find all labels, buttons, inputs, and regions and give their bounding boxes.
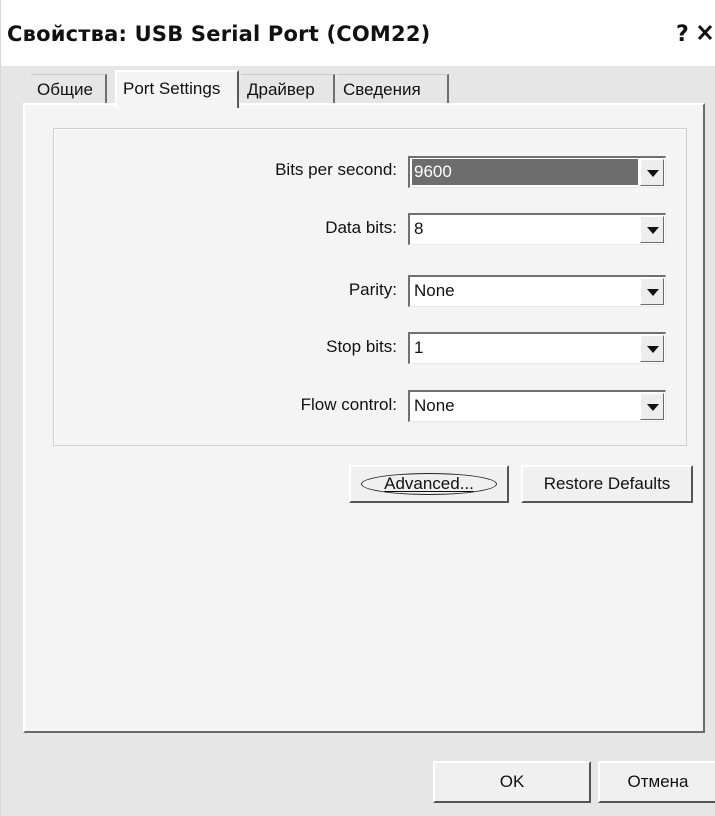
bits-per-second-select[interactable]: 9600	[408, 156, 666, 188]
advanced-button[interactable]: Advanced...	[349, 465, 509, 503]
stop-bits-select[interactable]: 1	[408, 332, 666, 364]
chevron-down-icon	[647, 170, 659, 177]
cancel-button[interactable]: Отмена	[598, 761, 715, 803]
advanced-button-label: Advanced...	[384, 474, 474, 493]
flow-control-value: None	[414, 396, 455, 415]
parity-label: Parity:	[348, 280, 397, 299]
flow-control-label: Flow control:	[300, 395, 397, 414]
chevron-down-icon	[647, 404, 659, 411]
close-icon	[697, 24, 713, 41]
stop-bits-value: 1	[414, 338, 424, 357]
parity-select[interactable]: None	[408, 275, 666, 307]
flow-control-select[interactable]: None	[408, 390, 666, 422]
tab-port-settings[interactable]: Port Settings	[115, 70, 239, 108]
parity-value: None	[414, 281, 455, 300]
data-bits-label: Data bits:	[325, 218, 397, 237]
bits-per-second-dropdown-button[interactable]	[640, 159, 664, 186]
tab-general[interactable]: Общие	[31, 74, 107, 104]
chevron-down-icon	[647, 346, 659, 353]
tab-driver[interactable]: Драйвер	[241, 74, 335, 104]
data-bits-dropdown-button[interactable]	[640, 216, 664, 243]
help-button[interactable]: ?	[676, 22, 689, 47]
data-bits-select[interactable]: 8	[408, 213, 666, 245]
chevron-down-icon	[647, 227, 659, 234]
parity-dropdown-button[interactable]	[640, 278, 664, 305]
ok-button[interactable]: OK	[433, 761, 591, 803]
stop-bits-dropdown-button[interactable]	[640, 335, 664, 362]
title-bar: Свойства: USB Serial Port (COM22) ?	[1, 0, 715, 66]
data-bits-value: 8	[414, 219, 424, 238]
properties-dialog: Свойства: USB Serial Port (COM22) ? Общи…	[0, 0, 715, 816]
bits-per-second-label: Bits per second:	[275, 160, 397, 179]
flow-control-dropdown-button[interactable]	[640, 393, 664, 420]
restore-defaults-button[interactable]: Restore Defaults	[521, 465, 693, 503]
stop-bits-label: Stop bits:	[326, 337, 397, 356]
chevron-down-icon	[647, 289, 659, 296]
tab-details[interactable]: Сведения	[337, 74, 449, 104]
close-button[interactable]	[697, 22, 713, 47]
bits-per-second-value: 9600	[414, 162, 452, 181]
window-title: Свойства: USB Serial Port (COM22)	[7, 22, 431, 46]
